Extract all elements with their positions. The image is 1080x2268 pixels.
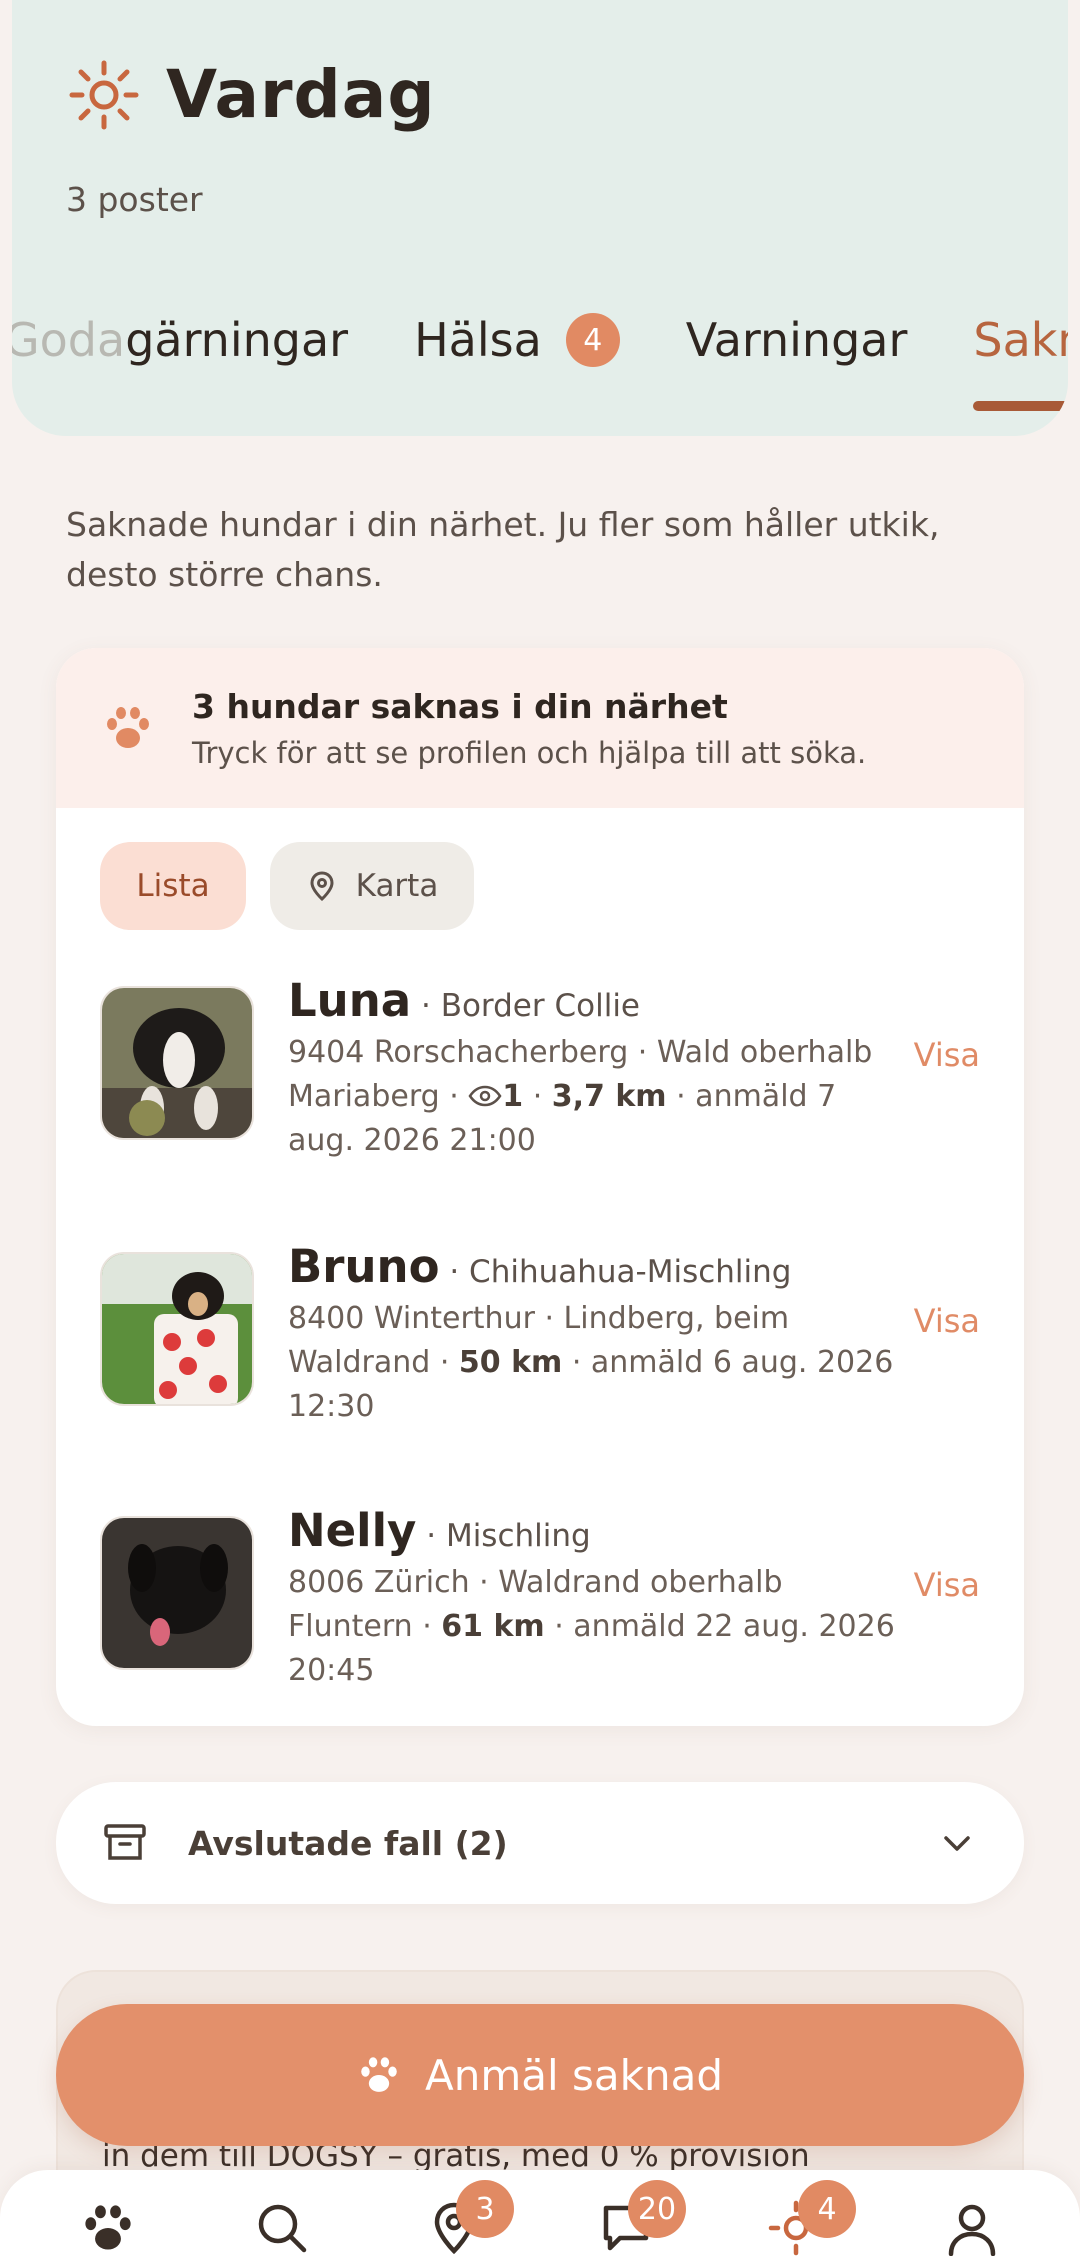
list-view-button[interactable]: Lista	[100, 842, 246, 930]
dog-name-line: Luna · Border Collie	[288, 974, 908, 1027]
paw-icon	[107, 707, 149, 748]
missing-alert[interactable]: 3 hundar saknas i din närhet Tryck för a…	[56, 648, 1024, 808]
tab-varningar[interactable]: Varningar	[686, 313, 908, 367]
sun-icon	[69, 60, 139, 129]
nav-map[interactable]: 3	[426, 2180, 514, 2256]
dog-distance: 3,7 km	[551, 1079, 667, 1114]
nav-badge: 4	[798, 2180, 856, 2238]
dog-name-line: Bruno · Chihuahua-Mischling	[288, 1240, 908, 1293]
paw-icon	[85, 2205, 131, 2250]
tab-label: Hälsa	[414, 313, 542, 367]
nav-everyday[interactable]: 4	[768, 2180, 856, 2256]
missing-dogs-card: 3 hundar saknas i din närhet Tryck för a…	[56, 648, 1024, 1726]
dog-meta: 8400 Winterthur · Lindberg, beim Waldran…	[288, 1297, 908, 1429]
map-view-label: Karta	[355, 868, 439, 904]
report-missing-button[interactable]: Anmäl saknad	[56, 2004, 1024, 2146]
tab-label-rest: gärningar	[125, 313, 349, 367]
tab-label: Varningar	[685, 313, 908, 367]
dog-breed: · Border Collie	[420, 988, 640, 1024]
dog-meta: 9404 Rorschacherberg · Wald oberhalb Mar…	[288, 1035, 873, 1158]
dog-breed: · Chihuahua-Mischling	[449, 1254, 792, 1290]
eye-icon	[468, 1085, 502, 1106]
category-tabs: Goda gärningar Hälsa 4 Varningar Sakna	[12, 308, 1068, 411]
page-title: Vardag	[166, 56, 436, 133]
report-missing-label: Anmäl saknad	[425, 2050, 723, 2100]
profile-icon	[948, 2204, 996, 2257]
title-row: Vardag	[68, 56, 436, 133]
tab-halsa[interactable]: Hälsa 4	[414, 313, 620, 367]
nav-badge: 20	[628, 2180, 686, 2238]
search-icon	[258, 2204, 307, 2253]
alert-text: Tryck för att se profilen och hjälpa til…	[192, 735, 867, 770]
dog-distance: 50 km	[458, 1345, 563, 1380]
view-toggle: Lista Karta	[100, 842, 474, 930]
nav-messages[interactable]: 20	[598, 2180, 686, 2256]
dog-name: Bruno	[288, 1240, 440, 1293]
closed-cases-accordion[interactable]: Avslutade fall (2)	[56, 1782, 1024, 1904]
paw-icon	[361, 2057, 397, 2092]
nav-home[interactable]	[80, 2200, 136, 2256]
dog-photo	[100, 1252, 254, 1406]
tab-label-first: Goda	[12, 313, 126, 367]
intro-text: Saknade hundar i din närhet. Ju fler som…	[66, 505, 940, 594]
dog-distance: 61 km	[441, 1609, 545, 1644]
archive-icon	[104, 1824, 146, 1860]
tab-goda-garningar[interactable]: Goda gärningar	[12, 313, 348, 367]
view-dog-button[interactable]: Visa	[914, 1036, 980, 1074]
location-pin-icon	[310, 871, 334, 902]
list-item[interactable]: Luna · Border Collie 9404 Rorschacherber…	[100, 974, 980, 1204]
nav-badge: 3	[456, 2180, 514, 2238]
closed-cases-label: Avslutade fall (2)	[188, 1823, 508, 1863]
post-count: 3 poster	[66, 180, 203, 219]
dog-info: Bruno · Chihuahua-Mischling 8400 Wintert…	[288, 1240, 908, 1429]
dog-name-line: Nelly · Mischling	[288, 1504, 908, 1557]
header: Vardag 3 poster Goda gärningar Hälsa 4 V…	[12, 0, 1068, 436]
map-view-button[interactable]: Karta	[270, 842, 474, 930]
dog-meta: 8006 Zürich · Waldrand oberhalb Fluntern…	[288, 1561, 908, 1693]
view-dog-button[interactable]: Visa	[914, 1302, 980, 1340]
dog-name: Luna	[288, 974, 412, 1027]
dog-name: Nelly	[288, 1504, 417, 1557]
dog-info: Luna · Border Collie 9404 Rorschacherber…	[288, 974, 908, 1163]
tab-badge: 4	[565, 313, 620, 367]
alert-title: 3 hundar saknas i din närhet	[192, 686, 728, 726]
list-item[interactable]: Nelly · Mischling 8006 Zürich · Waldrand…	[100, 1504, 980, 1726]
list-item[interactable]: Bruno · Chihuahua-Mischling 8400 Wintert…	[100, 1240, 980, 1470]
dog-photo	[100, 986, 254, 1140]
tab-saknade[interactable]: Sakna	[973, 313, 1068, 411]
dog-breed: · Mischling	[426, 1518, 591, 1554]
dog-photo	[100, 1516, 254, 1670]
bottom-nav: 3 20 4	[0, 2170, 1080, 2268]
view-dog-button[interactable]: Visa	[914, 1566, 980, 1604]
alert-content: 3 hundar saknas i din närhet Tryck för a…	[192, 687, 866, 770]
chevron-down-icon	[944, 1836, 970, 1851]
nav-profile[interactable]	[944, 2200, 1000, 2257]
nav-search[interactable]	[254, 2200, 310, 2256]
view-count: 1	[502, 1079, 524, 1114]
dog-info: Nelly · Mischling 8006 Zürich · Waldrand…	[288, 1504, 908, 1693]
tab-label: Sakna	[973, 313, 1068, 367]
